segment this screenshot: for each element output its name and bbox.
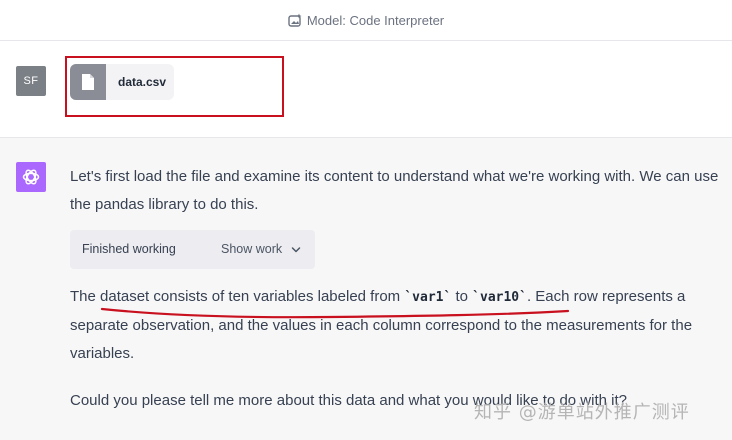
working-status: Finished working: [82, 242, 176, 256]
model-label: Model: Code Interpreter: [306, 12, 445, 28]
inline-code-var10: `var10`: [472, 290, 527, 305]
para2-text-1: The dataset consists of ten variables la…: [70, 288, 405, 305]
chevron-down-icon[interactable]: [290, 244, 302, 256]
annotation-highlight-box: [65, 56, 284, 117]
user-message: SF data.csv: [0, 41, 732, 138]
sparkle-image-icon: [288, 13, 302, 27]
para2-text-2: to: [451, 288, 473, 305]
user-avatar: SF: [16, 66, 46, 96]
show-work-button[interactable]: Show work: [221, 242, 282, 256]
response-paragraph-2: The dataset consists of ten variables la…: [70, 283, 720, 368]
annotation-underline: [100, 307, 570, 319]
work-status-panel: Finished working Show work: [70, 230, 315, 269]
inline-code-var1: `var1`: [404, 290, 452, 305]
openai-logo-icon: [16, 162, 46, 192]
response-paragraph-1: Let's first load the file and examine it…: [70, 168, 719, 213]
avatar-initials: SF: [23, 75, 39, 87]
model-header: Model: Code Interpreter: [0, 0, 732, 41]
watermark: 知乎 @游单站外推广测评: [474, 402, 690, 423]
assistant-message: Let's first load the file and examine it…: [0, 138, 732, 440]
